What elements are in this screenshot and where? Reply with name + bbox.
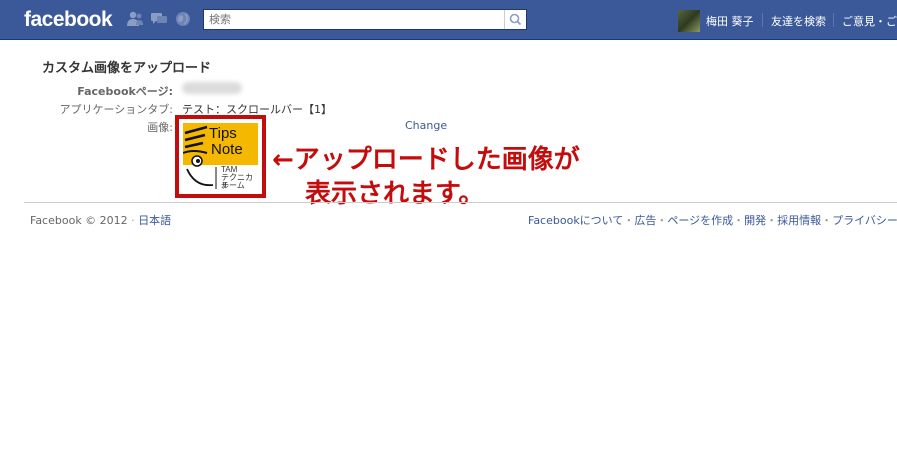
- find-friends-link[interactable]: 友達を検索: [771, 13, 826, 29]
- language-link[interactable]: 日本語: [138, 214, 171, 227]
- facebook-page-value-blurred: [182, 82, 242, 94]
- profile-name-link[interactable]: 梅田 葵子: [706, 13, 754, 29]
- magnifier-icon: [509, 13, 522, 26]
- change-image-link[interactable]: Change: [405, 119, 447, 132]
- search-input[interactable]: [204, 10, 502, 29]
- copyright-text: Facebook © 2012: [30, 214, 128, 227]
- notifications-globe-icon[interactable]: [174, 11, 192, 27]
- footer-link-ads[interactable]: 広告: [634, 214, 656, 227]
- facebook-page-label: Facebookページ:: [77, 85, 173, 98]
- uploaded-image-highlight: Tips Note TAM テクニカル チーム: [175, 115, 266, 198]
- top-bar: facebook 梅田: [0, 0, 897, 40]
- user-avatar[interactable]: [678, 10, 700, 32]
- footer-link-create-page[interactable]: ページを作成: [667, 214, 733, 227]
- facebook-logo[interactable]: facebook: [24, 8, 113, 32]
- annotation-line-1: ←アップロードした画像が: [272, 145, 580, 175]
- footer-links: Facebookについて・広告・ページを作成・開発・採用情報・プライバシー: [528, 214, 897, 227]
- app-tab-label: アプリケーションタブ:: [59, 103, 174, 116]
- page-title: カスタム画像をアップロード: [42, 61, 212, 76]
- uploaded-image-thumbnail: Tips Note TAM テクニカル チーム: [183, 123, 258, 190]
- messages-icon[interactable]: [150, 11, 168, 27]
- nav-divider: [762, 13, 763, 27]
- footer-link-careers[interactable]: 採用情報: [777, 214, 821, 227]
- thumbnail-text-tips: Tips: [209, 125, 237, 142]
- footer-divider: [24, 202, 897, 203]
- footer-link-privacy[interactable]: プライバシー: [832, 214, 897, 227]
- nav-divider: [833, 13, 834, 27]
- search-box: [203, 9, 527, 30]
- footer-link-about[interactable]: Facebookについて: [528, 214, 623, 227]
- footer-left: Facebook © 2012 · 日本語: [30, 214, 172, 227]
- friend-requests-icon[interactable]: [126, 11, 144, 27]
- search-button[interactable]: [504, 10, 526, 29]
- annotation-line-2: 表示されます。: [305, 179, 485, 209]
- image-label: 画像:: [147, 121, 173, 134]
- thumbnail-text-team: チーム: [221, 181, 245, 190]
- feedback-link[interactable]: ご意見・ご: [842, 13, 897, 29]
- thumbnail-text-note: Note: [211, 141, 243, 158]
- footer-link-developers[interactable]: 開発: [744, 214, 766, 227]
